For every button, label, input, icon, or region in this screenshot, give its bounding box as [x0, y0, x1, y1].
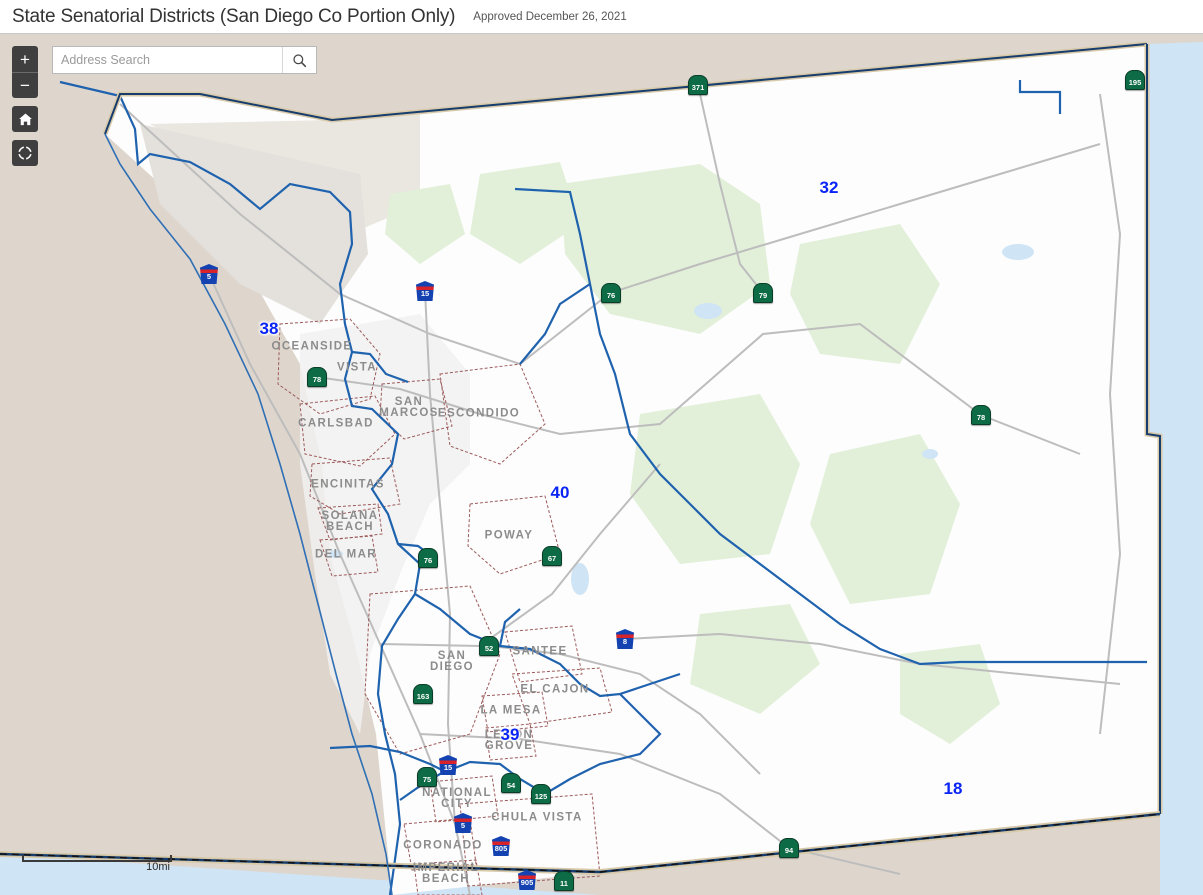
state-route-shield: 76 [601, 283, 621, 303]
interstate-shield: 5 [454, 813, 472, 833]
interstate-shield: 5 [200, 264, 218, 284]
shield-number: 67 [542, 546, 562, 566]
address-search[interactable] [52, 46, 317, 74]
shield-number: 371 [688, 75, 708, 95]
home-button[interactable] [12, 106, 38, 132]
interstate-shield: 805 [492, 836, 510, 856]
shield-number: 52 [479, 636, 499, 656]
state-route-shield: 75 [417, 767, 437, 787]
shield-number: 905 [518, 870, 536, 890]
shield-number: 8 [616, 629, 634, 649]
shield-number: 125 [531, 784, 551, 804]
interstate-shield: 15 [439, 755, 457, 775]
interstate-shield: 8 [616, 629, 634, 649]
home-icon [18, 112, 33, 127]
map-canvas[interactable]: OCEANSIDE VISTA CARLSBAD SAN MARCOS ESCO… [0, 34, 1203, 895]
interstate-shield: 905 [518, 870, 536, 890]
shield-number: 805 [492, 836, 510, 856]
shield-number: 78 [971, 405, 991, 425]
shield-number: 94 [779, 838, 799, 858]
zoom-control-group: + − [12, 46, 38, 98]
shield-number: 76 [601, 283, 621, 303]
map-controls: + − [12, 46, 38, 166]
state-route-shield: 94 [779, 838, 799, 858]
search-input[interactable] [53, 47, 282, 73]
locate-button[interactable] [12, 140, 38, 166]
state-route-shield: 76 [418, 548, 438, 568]
shield-number: 78 [307, 367, 327, 387]
state-route-shield: 371 [688, 75, 708, 95]
shield-number: 76 [418, 548, 438, 568]
search-icon [292, 53, 307, 68]
approved-date-label: Approved December 26, 2021 [473, 11, 626, 23]
search-submit-button[interactable] [282, 47, 316, 73]
state-route-shield: 67 [542, 546, 562, 566]
state-route-shield: 78 [971, 405, 991, 425]
state-route-shield: 54 [501, 773, 521, 793]
scale-bar-label: 10mi [22, 861, 172, 873]
zoom-in-button[interactable]: + [12, 46, 38, 72]
shield-number: 15 [416, 281, 434, 301]
state-route-shield: 52 [479, 636, 499, 656]
app-header: State Senatorial Districts (San Diego Co… [0, 0, 1203, 34]
zoom-out-button[interactable]: − [12, 72, 38, 98]
shield-number: 15 [439, 755, 457, 775]
shield-number: 11 [554, 871, 574, 891]
scale-bar: 10mi [22, 855, 172, 873]
map-application: State Senatorial Districts (San Diego Co… [0, 0, 1203, 895]
state-route-shield: 79 [753, 283, 773, 303]
map-viewport[interactable]: OCEANSIDE VISTA CARLSBAD SAN MARCOS ESCO… [0, 34, 1203, 895]
page-title: State Senatorial Districts (San Diego Co… [12, 6, 455, 28]
shield-number: 79 [753, 283, 773, 303]
interstate-shield: 15 [416, 281, 434, 301]
basemap-layer [0, 34, 1203, 895]
shield-number: 5 [200, 264, 218, 284]
shield-number: 5 [454, 813, 472, 833]
state-route-shield: 11 [554, 871, 574, 891]
locate-icon [17, 145, 33, 161]
state-route-shield: 78 [307, 367, 327, 387]
shield-number: 75 [417, 767, 437, 787]
shield-number: 195 [1125, 70, 1145, 90]
state-route-shield: 125 [531, 784, 551, 804]
state-route-shield: 195 [1125, 70, 1145, 90]
state-route-shield: 163 [413, 684, 433, 704]
shield-number: 54 [501, 773, 521, 793]
shield-number: 163 [413, 684, 433, 704]
